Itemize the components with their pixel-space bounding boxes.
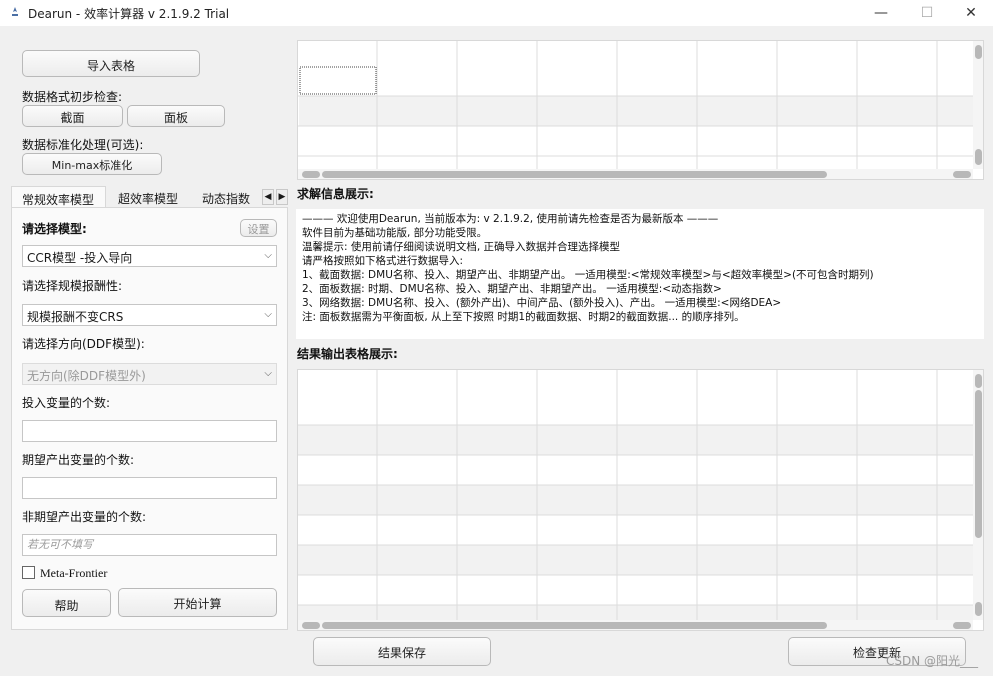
meta-frontier-checkbox[interactable]: [22, 566, 35, 579]
tab-scroll-left-icon[interactable]: ◀: [262, 189, 274, 205]
undesired-output-label: 非期望产出变量的个数:: [22, 510, 147, 524]
title-bar: Dearun - 效率计算器 v 2.1.9.2 Trial — ☐ ✕: [0, 0, 993, 26]
scale-return-value: 规模报酬不变CRS: [27, 310, 124, 324]
window-title: Dearun - 效率计算器 v 2.1.9.2 Trial: [28, 7, 230, 21]
select-model-label: 请选择模型:: [22, 222, 87, 236]
undesired-output-field[interactable]: [22, 534, 277, 556]
chevron-down-icon: ⌵: [264, 309, 272, 320]
meta-frontier-label: Meta-Frontier: [40, 566, 108, 580]
data-preview-table[interactable]: [297, 40, 984, 180]
solve-info-text: ——— 欢迎使用Dearun, 当前版本为: v 2.1.9.2, 使用前请先检…: [296, 209, 984, 339]
chevron-down-icon: ⌵: [264, 368, 272, 379]
info-line: 2、面板数据: 时期、DMU名称、投入、期望产出、非期望产出。 一适用模型:<动…: [302, 283, 722, 295]
result-table-hscroll[interactable]: [298, 620, 973, 630]
app-icon: [12, 7, 18, 16]
info-line: 温馨提示: 使用前请仔细阅读说明文档, 正确导入数据并合理选择模型: [302, 241, 621, 253]
minimize-button[interactable]: —: [858, 0, 904, 26]
close-button[interactable]: ✕: [948, 0, 993, 26]
desired-output-field[interactable]: [22, 477, 277, 499]
scale-return-label: 请选择规模报酬性:: [22, 279, 123, 293]
maximize-button[interactable]: ☐: [904, 0, 950, 26]
chevron-down-icon: ⌵: [264, 250, 272, 261]
info-line: 请严格按照如下格式进行数据导入:: [302, 255, 464, 267]
result-table-gridlines: [298, 370, 973, 620]
format-check-label: 数据格式初步检查:: [22, 90, 123, 104]
direction-label: 请选择方向(DDF模型):: [22, 337, 145, 351]
input-count-label: 投入变量的个数:: [22, 396, 111, 410]
result-table-title: 结果输出表格展示:: [297, 347, 398, 361]
tab-scroll-right-icon[interactable]: ▶: [276, 189, 288, 205]
start-compute-button[interactable]: 开始计算: [118, 588, 277, 617]
minmax-normalize-button[interactable]: Min-max标准化: [22, 153, 162, 175]
help-button[interactable]: 帮助: [22, 589, 111, 617]
tab-super-efficiency[interactable]: 超效率模型: [118, 186, 178, 208]
watermark: CSDN @阳光___: [886, 654, 979, 668]
result-output-table[interactable]: [297, 369, 984, 631]
tab-regular-efficiency[interactable]: 常规效率模型: [11, 186, 106, 208]
normalize-label: 数据标准化处理(可选):: [22, 138, 144, 152]
cross-section-button[interactable]: 截面: [22, 105, 123, 127]
result-table-vscroll[interactable]: [973, 370, 983, 620]
import-table-button[interactable]: 导入表格: [22, 50, 200, 77]
direction-value: 无方向(除DDF模型外): [27, 369, 146, 383]
tab-dynamic-index[interactable]: 动态指数: [202, 186, 250, 208]
direction-select[interactable]: 无方向(除DDF模型外) ⌵: [22, 363, 277, 385]
info-line: 1、截面数据: DMU名称、投入、期望产出、非期望产出。 一适用模型:<常规效率…: [302, 269, 874, 281]
info-line: ——— 欢迎使用Dearun, 当前版本为: v 2.1.9.2, 使用前请先检…: [302, 213, 719, 225]
scale-return-select[interactable]: 规模报酬不变CRS ⌵: [22, 304, 277, 326]
model-select[interactable]: CCR模型 -投入导向 ⌵: [22, 245, 277, 267]
model-select-value: CCR模型 -投入导向: [27, 251, 133, 265]
info-line: 3、网络数据: DMU名称、投入、(额外产出)、中间产品、(额外投入)、产出。 …: [302, 297, 782, 309]
input-count-field[interactable]: [22, 420, 277, 442]
save-results-button[interactable]: 结果保存: [313, 637, 491, 666]
settings-button[interactable]: 设置: [240, 219, 277, 237]
solve-info-title: 求解信息展示:: [297, 187, 374, 201]
desired-output-label: 期望产出变量的个数:: [22, 453, 135, 467]
info-line: 软件目前为基础功能版, 部分功能受限。: [302, 227, 488, 239]
panel-button[interactable]: 面板: [127, 105, 225, 127]
data-preview-vscroll[interactable]: [973, 41, 983, 169]
data-preview-hscroll[interactable]: [298, 169, 973, 179]
data-preview-gridlines: [298, 41, 973, 171]
info-line: 注: 面板数据需为平衡面板, 从上至下按照 时期1的截面数据、时期2的截面数据.…: [302, 311, 745, 323]
